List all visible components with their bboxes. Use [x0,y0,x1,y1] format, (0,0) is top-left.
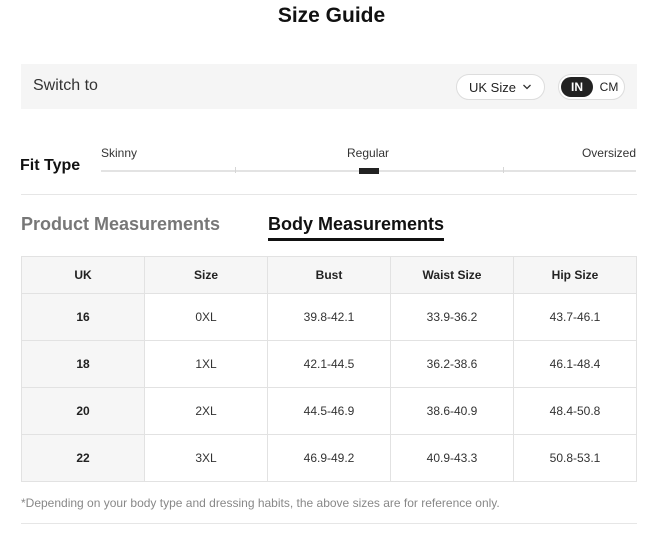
cell-bust: 46.9-49.2 [267,434,391,482]
fit-scale-tick [503,167,504,173]
size-system-select[interactable]: UK Size [456,74,545,100]
cell-size: 3XL [144,434,268,482]
cell-uk: 18 [21,340,145,388]
header-hip: Hip Size [513,256,637,294]
switch-label: Switch to [33,77,98,94]
unit-in-button[interactable]: IN [561,77,593,97]
switch-bar: Switch to UK Size IN CM [21,64,637,109]
cell-hip: 43.7-46.1 [513,293,637,341]
header-size: Size [144,256,268,294]
size-system-value: UK Size [469,79,516,95]
cell-hip: 46.1-48.4 [513,340,637,388]
table-row: 16 0XL 39.8-42.1 33.9-36.2 43.7-46.1 [21,293,637,341]
cell-bust: 44.5-46.9 [267,387,391,435]
cell-size: 0XL [144,293,268,341]
cell-uk: 22 [21,434,145,482]
header-waist: Waist Size [390,256,514,294]
cell-waist: 33.9-36.2 [390,293,514,341]
page-title: Size Guide [277,4,386,27]
cell-waist: 40.9-43.3 [390,434,514,482]
cell-size: 1XL [144,340,268,388]
size-table: UK Size Bust Waist Size Hip Size 16 0XL … [21,256,637,482]
unit-cm-button[interactable]: CM [595,77,623,97]
fit-option-oversized[interactable]: Oversized [582,146,636,160]
fit-selected-marker [359,168,379,174]
header-bust: Bust [267,256,391,294]
header-uk: UK [21,256,145,294]
cell-hip: 48.4-50.8 [513,387,637,435]
cell-bust: 42.1-44.5 [267,340,391,388]
footnote: *Depending on your body type and dressin… [21,496,500,510]
cell-waist: 38.6-40.9 [390,387,514,435]
fit-option-regular[interactable]: Regular [347,146,389,160]
fit-scale-tick [235,167,236,173]
table-row: 20 2XL 44.5-46.9 38.6-40.9 48.4-50.8 [21,387,637,435]
fit-type-label: Fit Type [20,157,81,174]
cell-uk: 20 [21,387,145,435]
cell-waist: 36.2-38.6 [390,340,514,388]
tab-body-measurements[interactable]: Body Measurements [268,214,445,241]
chevron-down-icon [523,84,531,90]
cell-size: 2XL [144,387,268,435]
table-header-row: UK Size Bust Waist Size Hip Size [21,256,637,294]
cell-uk: 16 [21,293,145,341]
divider [21,194,637,195]
unit-toggle[interactable]: IN CM [558,74,625,100]
fit-option-skinny[interactable]: Skinny [101,146,137,160]
table-row: 18 1XL 42.1-44.5 36.2-38.6 46.1-48.4 [21,340,637,388]
cell-hip: 50.8-53.1 [513,434,637,482]
tab-product-measurements[interactable]: Product Measurements [21,214,220,235]
cell-bust: 39.8-42.1 [267,293,391,341]
divider [21,523,637,524]
table-row: 22 3XL 46.9-49.2 40.9-43.3 50.8-53.1 [21,434,637,482]
